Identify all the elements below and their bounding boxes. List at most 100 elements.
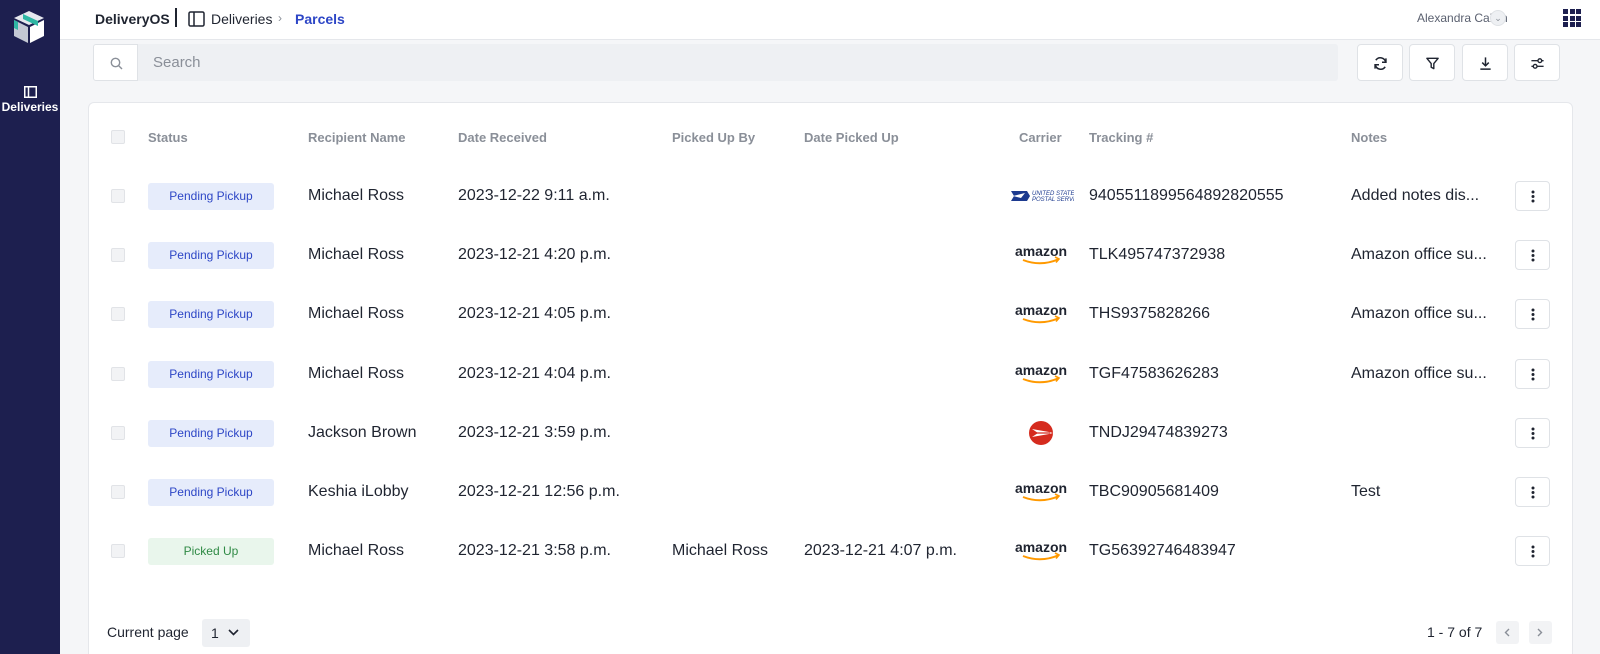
sliders-icon xyxy=(1531,58,1544,69)
side-rail: Deliveries xyxy=(0,0,60,654)
date-received: 2023-12-21 4:05 p.m. xyxy=(458,305,611,322)
more-vertical-icon xyxy=(1531,308,1535,321)
next-page-button[interactable] xyxy=(1529,621,1552,644)
status-badge: Picked Up xyxy=(148,538,274,565)
header-notes[interactable]: Notes xyxy=(1351,130,1387,145)
more-vertical-icon xyxy=(1531,427,1535,440)
status-badge: Pending Pickup xyxy=(148,361,274,388)
tracking-number: TGF47583626283 xyxy=(1089,365,1219,382)
status-badge: Pending Pickup xyxy=(148,242,274,269)
sidebar-panel-icon xyxy=(188,11,205,27)
amazon-logo-icon: amazon xyxy=(1015,243,1067,265)
recipient-name: Michael Ross xyxy=(308,365,405,382)
header-date-picked-up[interactable]: Date Picked Up xyxy=(804,130,899,145)
more-vertical-icon xyxy=(1531,190,1535,203)
table-settings-button[interactable] xyxy=(1514,44,1560,81)
refresh-icon xyxy=(1374,57,1387,70)
amazon-logo-text: amazon xyxy=(1015,362,1067,378)
breadcrumb-deliveries[interactable]: Deliveries xyxy=(211,11,272,27)
usps-logo-line2: POSTAL SERVICE xyxy=(1032,197,1074,203)
header-recipient[interactable]: Recipient Name xyxy=(308,130,406,145)
filter-icon xyxy=(1426,57,1439,70)
row-checkbox[interactable] xyxy=(111,426,125,440)
notes: Test xyxy=(1351,483,1381,500)
prev-page-button[interactable] xyxy=(1496,621,1519,644)
amazon-logo-icon: amazon xyxy=(1015,480,1067,502)
filter-button[interactable] xyxy=(1409,44,1455,81)
recipient-name: Keshia iLobby xyxy=(308,483,409,500)
tracking-number: TLK495747372938 xyxy=(1089,246,1226,263)
date-received: 2023-12-21 4:20 p.m. xyxy=(458,246,611,263)
date-received: 2023-12-21 3:59 p.m. xyxy=(458,424,611,441)
rail-item-label: Deliveries xyxy=(1,100,59,114)
row-actions-button[interactable] xyxy=(1515,240,1550,270)
chevron-down-icon xyxy=(228,629,239,636)
amazon-logo-text: amazon xyxy=(1015,539,1067,555)
page-select-value: 1 xyxy=(211,625,219,641)
amazon-logo-text: amazon xyxy=(1015,243,1067,259)
row-checkbox[interactable] xyxy=(111,485,125,499)
date-received: 2023-12-21 4:04 p.m. xyxy=(458,365,611,382)
row-checkbox[interactable] xyxy=(111,189,125,203)
row-actions-button[interactable] xyxy=(1515,181,1550,211)
recipient-name: Michael Ross xyxy=(308,542,405,559)
app-logo-icon[interactable] xyxy=(11,9,47,45)
status-badge: Pending Pickup xyxy=(148,183,274,210)
apps-grid-icon[interactable] xyxy=(1563,9,1581,27)
header-picked-up-by[interactable]: Picked Up By xyxy=(672,130,755,145)
date-received: 2023-12-22 9:11 a.m. xyxy=(458,187,610,204)
notes: Amazon office su... xyxy=(1351,365,1487,382)
date-received: 2023-12-21 12:56 p.m. xyxy=(458,483,620,500)
row-actions-button[interactable] xyxy=(1515,418,1550,448)
download-icon xyxy=(1480,57,1491,70)
row-actions-button[interactable] xyxy=(1515,536,1550,566)
row-actions-button[interactable] xyxy=(1515,359,1550,389)
pagination-range: 1 - 7 of 7 xyxy=(1427,624,1483,640)
amazon-logo-icon: amazon xyxy=(1015,362,1067,384)
status-badge: Pending Pickup xyxy=(148,479,274,506)
row-actions-button[interactable] xyxy=(1515,299,1550,329)
select-all-checkbox[interactable] xyxy=(111,130,125,144)
notes: Amazon office su... xyxy=(1351,246,1487,263)
picked-up-by: Michael Ross xyxy=(672,542,769,559)
pagination-label: Current page xyxy=(107,624,189,640)
row-checkbox[interactable] xyxy=(111,248,125,262)
top-bar: DeliveryOS Deliveries › Parcels Alexandr… xyxy=(60,0,1600,40)
header-carrier[interactable]: Carrier xyxy=(1019,130,1062,145)
amazon-logo-icon: amazon xyxy=(1015,302,1067,324)
divider xyxy=(175,8,177,27)
amazon-logo-text: amazon xyxy=(1015,480,1067,496)
recipient-name: Jackson Brown xyxy=(308,424,417,441)
row-checkbox[interactable] xyxy=(111,544,125,558)
more-vertical-icon xyxy=(1531,368,1535,381)
search-icon xyxy=(110,57,123,70)
notes: Amazon office su... xyxy=(1351,305,1487,322)
tracking-number: TBC90905681409 xyxy=(1089,483,1219,500)
row-checkbox[interactable] xyxy=(111,367,125,381)
amazon-logo-icon: amazon xyxy=(1015,539,1067,561)
more-vertical-icon xyxy=(1531,545,1535,558)
canada-post-logo-icon xyxy=(1029,421,1053,445)
chevron-right-icon xyxy=(1537,628,1543,637)
row-checkbox[interactable] xyxy=(111,307,125,321)
rail-item-deliveries[interactable]: Deliveries xyxy=(0,82,60,122)
header-date-received[interactable]: Date Received xyxy=(458,130,547,145)
recipient-name: Michael Ross xyxy=(308,187,405,204)
usps-logo-icon: UNITED STATES POSTAL SERVICE xyxy=(1011,191,1074,203)
chevron-down-icon[interactable]: ⌄ xyxy=(1490,10,1506,26)
breadcrumb-parcels[interactable]: Parcels xyxy=(295,11,345,27)
page-select[interactable]: 1 xyxy=(202,619,250,647)
status-badge: Pending Pickup xyxy=(148,301,274,328)
header-tracking[interactable]: Tracking # xyxy=(1089,130,1153,145)
search-input[interactable] xyxy=(138,44,1338,81)
download-button[interactable] xyxy=(1462,44,1508,81)
chevron-left-icon xyxy=(1504,628,1510,637)
row-actions-button[interactable] xyxy=(1515,477,1550,507)
date-received: 2023-12-21 3:58 p.m. xyxy=(458,542,611,559)
app-name[interactable]: DeliveryOS xyxy=(95,11,170,27)
search-button[interactable] xyxy=(93,44,138,81)
refresh-button[interactable] xyxy=(1357,44,1403,81)
header-status[interactable]: Status xyxy=(148,130,188,145)
recipient-name: Michael Ross xyxy=(308,305,405,322)
status-badge: Pending Pickup xyxy=(148,420,274,447)
